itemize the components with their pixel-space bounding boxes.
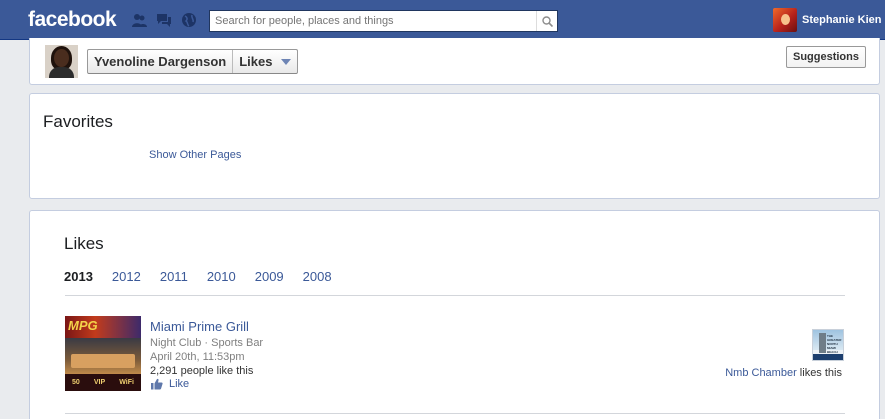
breadcrumb: Yvenoline Dargenson Likes [87, 49, 299, 74]
page-thumbnail-logo: MPG [68, 318, 98, 333]
tab-year-2009[interactable]: 2009 [255, 269, 284, 284]
search-icon[interactable] [536, 11, 557, 31]
likes-section: Likes 2013 2012 2011 2010 2009 2008 MPG … [29, 210, 880, 419]
friend-likes-suffix: likes this [796, 367, 842, 379]
thumbnail-badge: VIP [93, 379, 106, 386]
top-navigation-bar: facebook Stephanie Kien [0, 0, 885, 40]
tab-year-2013[interactable]: 2013 [64, 269, 93, 284]
like-label: Like [169, 378, 190, 390]
user-avatar[interactable] [773, 8, 797, 32]
section-dropdown[interactable]: Likes [233, 50, 297, 73]
page-name-link[interactable]: Miami Prime Grill [150, 319, 249, 334]
tab-year-2010[interactable]: 2010 [207, 269, 236, 284]
thumbnail-badge: 50 [72, 379, 80, 386]
favorites-title: Favorites [43, 112, 113, 131]
search-box [209, 10, 558, 32]
user-menu[interactable]: Stephanie Kien [773, 8, 881, 32]
liked-date: April 20th, 11:53pm [150, 351, 245, 363]
favorites-section: Favorites Show Other Pages [29, 93, 880, 199]
page-thumbnail[interactable]: MPG 50 VIP WiFi [65, 316, 141, 391]
divider [65, 413, 845, 414]
section-dropdown-label: Likes [239, 54, 273, 69]
suggestions-button[interactable]: Suggestions [785, 46, 866, 68]
notifications-globe-icon[interactable] [181, 12, 197, 28]
messages-icon[interactable] [156, 12, 172, 28]
friend-likes-text: Nmb Chamber likes this [725, 367, 842, 379]
chevron-down-icon [281, 58, 292, 65]
tab-year-2012[interactable]: 2012 [112, 269, 141, 284]
tab-year-2008[interactable]: 2008 [303, 269, 332, 284]
page-category: Night Club · Sports Bar [150, 337, 264, 349]
friend-thumbnail[interactable]: THE GREATER NORTH MIAMI BEACH [812, 329, 844, 361]
user-name[interactable]: Stephanie Kien [802, 14, 881, 26]
likes-title: Likes [64, 234, 104, 253]
thumbs-up-icon [151, 378, 163, 390]
like-button[interactable]: Like [150, 378, 189, 390]
search-input[interactable] [210, 11, 536, 31]
friend-thumbnail-text: THE GREATER NORTH MIAMI BEACH [827, 334, 842, 354]
friend-link[interactable]: Nmb Chamber [725, 367, 797, 379]
friends-icon[interactable] [131, 12, 147, 28]
year-tabs: 2013 2012 2011 2010 2009 2008 [64, 269, 351, 284]
show-other-pages-link[interactable]: Show Other Pages [149, 149, 241, 161]
tab-year-2011[interactable]: 2011 [160, 269, 188, 284]
profile-header: Yvenoline Dargenson Likes Suggestions [29, 38, 880, 85]
divider [65, 295, 845, 296]
breadcrumb-profile-name[interactable]: Yvenoline Dargenson [88, 50, 234, 73]
profile-avatar[interactable] [45, 45, 78, 78]
thumbnail-badge: WiFi [119, 379, 134, 386]
like-count: 2,291 people like this [150, 365, 254, 377]
facebook-logo[interactable]: facebook [28, 8, 117, 32]
